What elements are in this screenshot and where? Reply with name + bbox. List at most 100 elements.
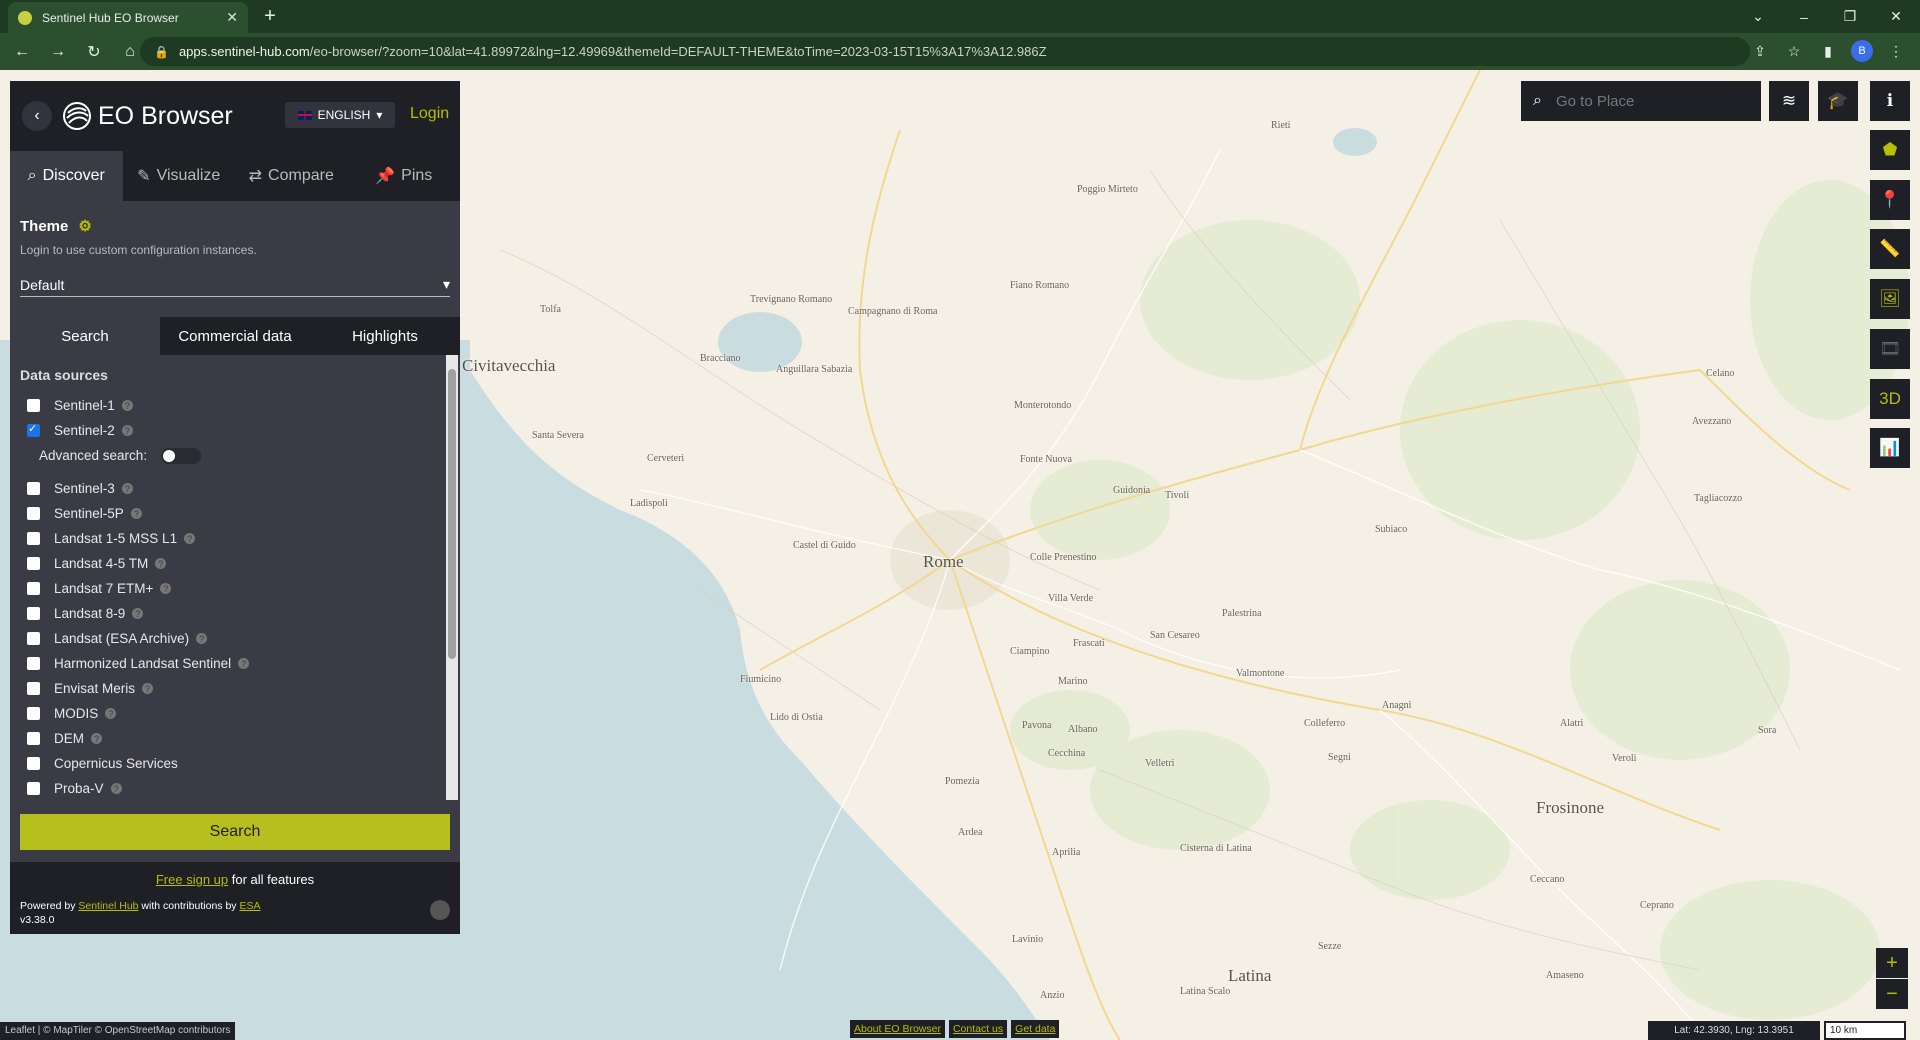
ruler-measure-icon[interactable]: 📏 <box>1870 229 1910 269</box>
scrollbar[interactable] <box>446 355 458 800</box>
help-icon[interactable]: ? <box>105 708 117 719</box>
browser-tab[interactable]: Sentinel Hub EO Browser ✕ <box>8 2 248 33</box>
checkbox[interactable] <box>27 532 40 545</box>
zoom-out-button[interactable]: − <box>1876 979 1908 1009</box>
checkbox[interactable] <box>27 707 40 720</box>
list-item: Sentinel-5P? <box>27 501 460 526</box>
list-item: MODIS? <box>27 701 460 726</box>
about-eo-browser-link[interactable]: About EO Browser <box>850 1020 945 1038</box>
help-icon[interactable]: ? <box>110 783 122 794</box>
checkbox[interactable] <box>27 757 40 770</box>
help-icon[interactable]: ? <box>184 533 196 544</box>
list-item-label: Copernicus Services <box>54 756 178 771</box>
help-icon[interactable]: ? <box>238 658 250 669</box>
reload-icon[interactable]: ↻ <box>80 38 108 66</box>
theme-select[interactable]: Default ▾ <box>20 273 450 297</box>
gear-icon[interactable]: ⚙ <box>78 217 91 235</box>
help-icon[interactable]: ? <box>91 733 102 744</box>
list-item-label: Sentinel-5P <box>54 506 124 521</box>
map-place: Pavona <box>1022 720 1052 731</box>
zoom-in-button[interactable]: + <box>1876 948 1908 978</box>
info-icon[interactable]: ℹ <box>1870 81 1910 121</box>
forward-icon[interactable]: → <box>44 38 72 66</box>
checkbox[interactable] <box>27 682 40 695</box>
esa-link[interactable]: ESA <box>239 900 260 912</box>
free-signup-link[interactable]: Free sign up <box>156 872 228 887</box>
powered-by-text: Powered by <box>20 900 76 912</box>
subtab-commercial-data[interactable]: Commercial data <box>160 317 310 355</box>
avatar[interactable]: B <box>1851 40 1873 62</box>
timelapse-film-icon[interactable]: 🎞 <box>1870 329 1910 369</box>
new-tab-icon[interactable]: + <box>258 4 282 28</box>
search-button[interactable]: Search <box>20 814 450 850</box>
side-panel-icon[interactable]: ▮ <box>1814 37 1842 65</box>
map-place: Lavinio <box>1012 934 1044 945</box>
location-pin-icon[interactable]: 📍 <box>1870 180 1910 220</box>
checkbox[interactable] <box>27 482 40 495</box>
list-item-label: Envisat Meris <box>54 681 136 696</box>
list-item: Proba-V? <box>27 776 460 800</box>
menu-kebab-icon[interactable]: ⋮ <box>1882 37 1910 65</box>
list-item: Landsat (ESA Archive)? <box>27 626 460 651</box>
map-attribution[interactable]: Leaflet | © MapTiler © OpenStreetMap con… <box>0 1022 236 1040</box>
goto-place-input[interactable] <box>1555 92 1736 110</box>
sentinel-hub-link[interactable]: Sentinel Hub <box>78 900 138 912</box>
checkbox[interactable] <box>27 557 40 570</box>
checkbox[interactable] <box>27 582 40 595</box>
contact-us-link[interactable]: Contact us <box>948 1020 1008 1038</box>
checkbox[interactable] <box>27 782 40 795</box>
language-select[interactable]: ENGLISH ▾ <box>285 102 395 128</box>
minimize-icon[interactable]: – <box>1781 0 1827 33</box>
3d-view-icon[interactable]: 3D <box>1870 379 1910 419</box>
checkbox[interactable] <box>27 399 40 412</box>
tab-visualize[interactable]: ✎ Visualize <box>123 151 236 201</box>
bookmark-star-icon[interactable]: ☆ <box>1780 37 1808 65</box>
back-icon[interactable]: ← <box>8 38 36 66</box>
help-icon[interactable]: ? <box>142 683 154 694</box>
tab-pins[interactable]: 📌 Pins <box>348 151 461 201</box>
polygon-draw-icon[interactable]: ⬟ <box>1870 130 1910 170</box>
sinergise-logo-icon[interactable] <box>430 900 450 920</box>
subtab-highlights[interactable]: Highlights <box>310 317 460 355</box>
list-item: Copernicus Services <box>27 751 460 776</box>
tab-search-icon[interactable]: ⌄ <box>1735 0 1781 33</box>
image-download-icon[interactable]: 🖼 <box>1870 279 1910 319</box>
close-tab-icon[interactable]: ✕ <box>226 9 238 26</box>
help-icon[interactable]: ? <box>130 508 142 519</box>
subtab-search[interactable]: Search <box>10 317 160 355</box>
help-icon[interactable]: ? <box>121 425 133 436</box>
close-window-icon[interactable]: ✕ <box>1873 0 1919 33</box>
tab-compare[interactable]: ⇄ Compare <box>235 151 348 201</box>
help-icon[interactable]: ? <box>155 558 167 569</box>
checkbox[interactable] <box>27 657 40 670</box>
tab-discover[interactable]: ⌕ Discover <box>10 151 123 201</box>
tutorial-cap-icon[interactable]: 🎓 <box>1818 81 1858 121</box>
map-place: Campagnano di Roma <box>848 306 938 317</box>
list-item-label: Landsat 8-9 <box>54 606 126 621</box>
data-sources-area[interactable]: Data sources Sentinel-1? Sentinel-2? Adv… <box>10 355 460 800</box>
scrollbar-thumb[interactable] <box>448 369 456 659</box>
get-data-link[interactable]: Get data <box>1011 1020 1060 1038</box>
restore-icon[interactable]: ❐ <box>1827 0 1873 33</box>
share-icon[interactable]: ⇪ <box>1746 37 1774 65</box>
map-place: Anguillara Sabazia <box>776 364 853 375</box>
help-icon[interactable]: ? <box>121 400 133 411</box>
checkbox[interactable] <box>27 422 40 437</box>
layers-icon[interactable]: ≋ <box>1769 81 1809 121</box>
brush-icon: ✎ <box>137 168 151 185</box>
checkbox[interactable] <box>27 507 40 520</box>
checkbox[interactable] <box>27 607 40 620</box>
help-icon[interactable]: ? <box>132 608 144 619</box>
login-link[interactable]: Login <box>410 105 449 123</box>
advanced-search-toggle[interactable] <box>161 447 202 464</box>
checkbox[interactable] <box>27 632 40 645</box>
checkbox[interactable] <box>27 732 40 745</box>
map-place: Segni <box>1328 752 1351 763</box>
url-input[interactable]: 🔒 apps.sentinel-hub.com /eo-browser/?zoo… <box>140 37 1750 66</box>
statistics-chart-icon[interactable]: 📊 <box>1870 428 1910 468</box>
help-icon[interactable]: ? <box>121 483 133 494</box>
help-icon[interactable]: ? <box>196 633 208 644</box>
collapse-panel-button[interactable]: ‹ <box>22 101 52 131</box>
help-icon[interactable]: ? <box>160 583 172 594</box>
list-item: Landsat 7 ETM+? <box>27 576 460 601</box>
